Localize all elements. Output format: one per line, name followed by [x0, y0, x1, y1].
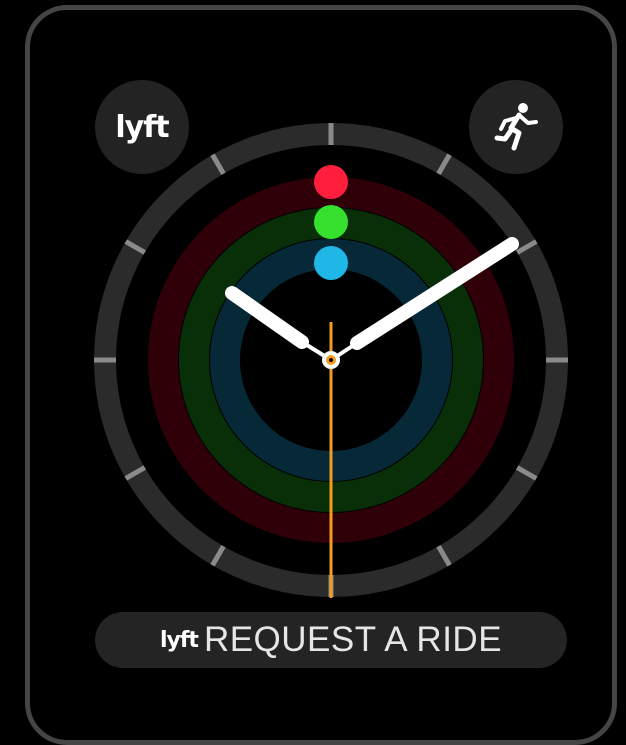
stand-ring-dot [314, 246, 348, 280]
running-figure-icon [494, 103, 538, 151]
request-ride-label: REQUEST A RIDE [203, 620, 503, 659]
lyft-logo-icon: lyft [115, 109, 169, 145]
lyft-complication[interactable]: lyft [95, 80, 189, 174]
lyft-logo-icon: lyft [159, 627, 199, 653]
request-ride-button[interactable]: lyft REQUEST A RIDE [95, 612, 567, 668]
exercise-ring-dot [314, 205, 348, 239]
move-ring-dot [314, 165, 348, 199]
hand-hub-pin [329, 358, 333, 362]
activity-complication[interactable] [469, 80, 563, 174]
